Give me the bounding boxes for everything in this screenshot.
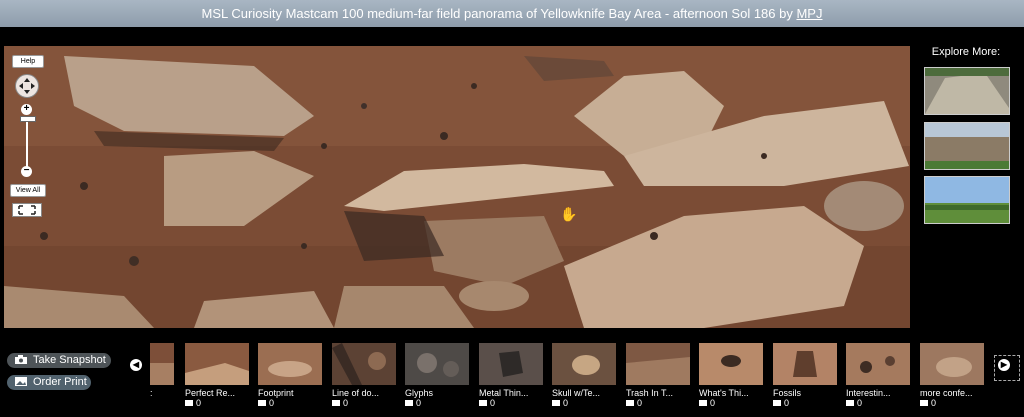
comment-count: 0 bbox=[699, 398, 763, 408]
fullscreen-icon[interactable] bbox=[12, 203, 42, 217]
comment-icon bbox=[185, 400, 193, 406]
comment-count: 0 bbox=[185, 398, 249, 408]
comment-count: 0 bbox=[479, 398, 543, 408]
panorama-viewer[interactable]: Help + − View All ✋ bbox=[4, 46, 910, 328]
strip-item[interactable]: Skull w/Te... 0 bbox=[552, 343, 616, 408]
comment-icon bbox=[846, 400, 854, 406]
author-link[interactable]: MPJ bbox=[796, 6, 822, 21]
explore-thumbnail-1[interactable] bbox=[924, 67, 1010, 115]
picture-icon bbox=[15, 377, 27, 386]
comment-icon bbox=[773, 400, 781, 406]
strip-item[interactable]: Perfect Re... 0 bbox=[185, 343, 249, 408]
strip-item-label: Line of do... bbox=[332, 388, 380, 398]
strip-item-label: : bbox=[150, 388, 153, 398]
strip-item-label: Trash In T... bbox=[626, 388, 674, 398]
strip-item[interactable]: Glyphs 0 bbox=[405, 343, 469, 408]
panorama-title: MSL Curiosity Mastcam 100 medium-far fie… bbox=[0, 0, 1024, 27]
strip-item[interactable]: more confe... 0 bbox=[920, 343, 984, 408]
help-button[interactable]: Help bbox=[12, 55, 44, 68]
strip-item[interactable]: Interestin... 0 bbox=[846, 343, 910, 408]
comment-count: 0 bbox=[552, 398, 616, 408]
explore-thumbnail-2[interactable] bbox=[924, 122, 1010, 170]
comment-count: 0 bbox=[626, 398, 690, 408]
strip-item-partial[interactable]: : bbox=[150, 343, 174, 398]
comment-icon bbox=[405, 400, 413, 406]
comment-count: 0 bbox=[258, 398, 322, 408]
comment-count: 0 bbox=[920, 398, 984, 408]
strip-item[interactable]: Metal Thin... 0 bbox=[479, 343, 543, 408]
comment-count: 0 bbox=[846, 398, 910, 408]
explore-thumbnail-3[interactable] bbox=[924, 176, 1010, 224]
comment-icon bbox=[552, 400, 560, 406]
order-print-label: Order Print bbox=[33, 376, 87, 388]
comment-count: 0 bbox=[773, 398, 837, 408]
comment-icon bbox=[332, 400, 340, 406]
strip-item-label: Interestin... bbox=[846, 388, 891, 398]
strip-next-icon[interactable]: ▶ bbox=[998, 359, 1010, 371]
strip-item[interactable]: Line of do... 0 bbox=[332, 343, 396, 408]
zoom-in-icon[interactable]: + bbox=[21, 104, 32, 115]
strip-item-label: more confe... bbox=[920, 388, 973, 398]
comment-icon bbox=[626, 400, 634, 406]
comment-count: 0 bbox=[405, 398, 469, 408]
strip-item-label: Skull w/Te... bbox=[552, 388, 601, 398]
panorama-image bbox=[4, 46, 910, 328]
camera-icon bbox=[15, 355, 27, 364]
comment-count: 0 bbox=[332, 398, 396, 408]
zoom-out-icon[interactable]: − bbox=[21, 166, 32, 177]
explore-more-heading: Explore More: bbox=[931, 46, 1001, 58]
strip-item-label: Footprint bbox=[258, 388, 294, 398]
strip-item[interactable]: Trash In T... 0 bbox=[626, 343, 690, 408]
strip-item-label: What's Thi... bbox=[699, 388, 749, 398]
strip-item[interactable]: What's Thi... 0 bbox=[699, 343, 763, 408]
strip-item[interactable]: Fossils 0 bbox=[773, 343, 837, 408]
strip-item-label: Perfect Re... bbox=[185, 388, 236, 398]
view-all-button[interactable]: View All bbox=[10, 184, 46, 197]
comment-icon bbox=[479, 400, 487, 406]
take-snapshot-label: Take Snapshot bbox=[33, 354, 106, 366]
hand-cursor-icon: ✋ bbox=[560, 206, 578, 222]
zoom-slider-handle[interactable] bbox=[20, 116, 36, 122]
strip-item[interactable]: Footprint 0 bbox=[258, 343, 322, 408]
comment-icon bbox=[258, 400, 266, 406]
strip-item-label: Metal Thin... bbox=[479, 388, 529, 398]
strip-item-label: Glyphs bbox=[405, 388, 434, 398]
strip-item-label: Fossils bbox=[773, 388, 802, 398]
comment-icon bbox=[699, 400, 707, 406]
strip-prev-icon[interactable]: ◀ bbox=[130, 359, 142, 371]
order-print-button[interactable]: Order Print bbox=[7, 375, 91, 390]
take-snapshot-button[interactable]: Take Snapshot bbox=[7, 353, 111, 368]
pan-control-icon[interactable] bbox=[15, 74, 39, 98]
title-text: MSL Curiosity Mastcam 100 medium-far fie… bbox=[201, 6, 797, 21]
zoom-slider-track[interactable] bbox=[26, 116, 28, 171]
comment-icon bbox=[920, 400, 928, 406]
